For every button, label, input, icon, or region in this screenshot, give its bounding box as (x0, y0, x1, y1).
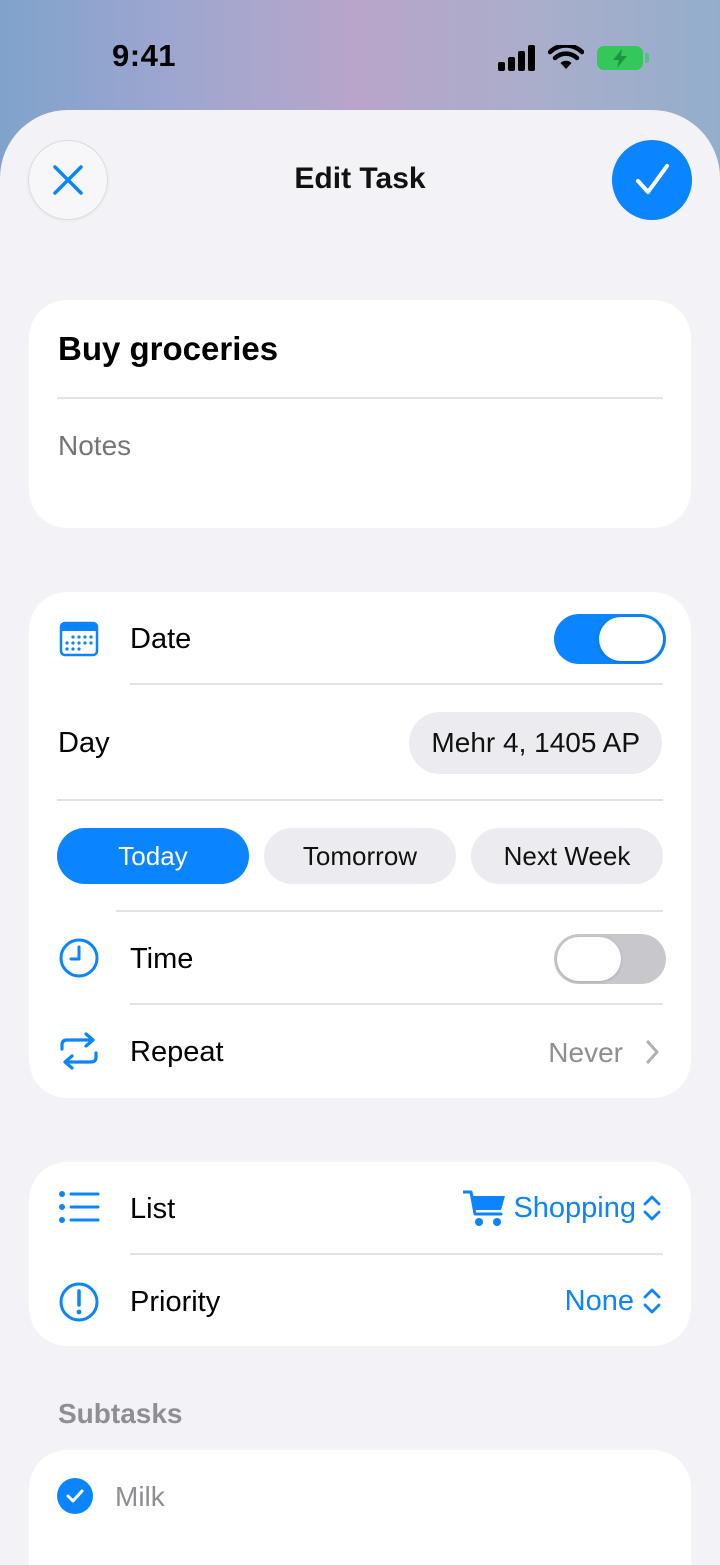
divider (116, 910, 663, 912)
wifi-icon (548, 45, 584, 69)
chevron-up-down-icon (643, 1288, 661, 1314)
divider (57, 397, 663, 399)
checkmark-icon (636, 164, 669, 194)
calendar-icon (59, 619, 99, 659)
repeat-label: Repeat (130, 1036, 224, 1068)
exclamation-circle-icon (58, 1281, 100, 1323)
edit-task-sheet: Edit Task Buy groceries Date (0, 110, 720, 1565)
quick-today-button[interactable]: Today (57, 828, 249, 884)
subtask-label[interactable]: Milk (115, 1481, 165, 1513)
toggle-knob (557, 937, 621, 981)
date-label: Date (130, 623, 192, 655)
repeat-value[interactable]: Never (548, 1037, 623, 1069)
time-label: Time (130, 943, 194, 975)
task-title-field[interactable]: Buy groceries (58, 330, 278, 368)
title-notes-card: Buy groceries (29, 300, 691, 528)
repeat-icon (58, 1032, 100, 1070)
status-time: 9:41 (112, 38, 177, 73)
list-icon (58, 1190, 100, 1224)
priority-label: Priority (130, 1286, 221, 1318)
divider (130, 1003, 663, 1005)
priority-value-button[interactable]: None (565, 1279, 662, 1323)
day-picker-button[interactable]: Mehr 4, 1405 AP (409, 712, 662, 774)
subtask-checkbox[interactable] (57, 1478, 93, 1514)
signal-icon (498, 45, 535, 71)
subtasks-header: Subtasks (58, 1398, 183, 1429)
clock-icon (58, 937, 100, 979)
date-toggle[interactable] (554, 614, 666, 664)
time-toggle[interactable] (554, 934, 666, 984)
chevron-right-icon (645, 1038, 661, 1066)
list-priority-card: List Shopping Priority None (29, 1162, 691, 1346)
status-icons (498, 44, 650, 72)
status-bar: 9:41 (0, 0, 720, 112)
list-label: List (130, 1193, 176, 1225)
checkmark-icon (66, 1489, 84, 1503)
priority-value: None (564, 1284, 634, 1317)
date-card: Date Day Mehr 4, 1405 AP Today Tomorrow … (29, 592, 691, 1098)
cart-icon (463, 1190, 506, 1226)
quick-next-week-button[interactable]: Next Week (471, 828, 663, 884)
list-value-button[interactable]: Shopping (463, 1186, 662, 1230)
quick-tomorrow-button[interactable]: Tomorrow (264, 828, 456, 884)
list-value: Shopping (513, 1191, 636, 1224)
confirm-button[interactable] (612, 140, 692, 220)
subtasks-card: Milk (29, 1450, 691, 1565)
notes-field[interactable] (58, 430, 658, 462)
chevron-up-down-icon (643, 1195, 661, 1221)
divider (130, 1253, 663, 1255)
battery-charging-icon (597, 46, 649, 70)
day-label: Day (58, 727, 110, 759)
divider (57, 799, 663, 801)
toggle-knob (599, 617, 663, 661)
divider (130, 683, 663, 685)
